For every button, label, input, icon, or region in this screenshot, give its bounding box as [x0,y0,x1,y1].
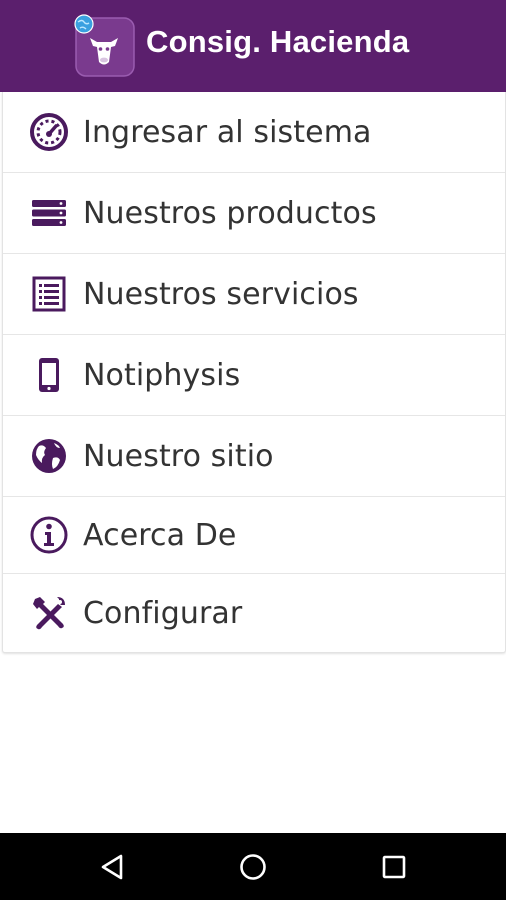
info-icon [29,515,69,555]
recents-icon[interactable] [374,847,414,887]
menu-item-notiphysis[interactable]: Notiphysis [3,335,505,416]
menu-item-productos[interactable]: Nuestros productos [3,173,505,254]
menu-item-sitio[interactable]: Nuestro sitio [3,416,505,497]
main-menu: Ingresar al sistema Nuestros productos N… [2,92,506,653]
menu-item-label: Acerca De [83,517,237,553]
app-bar: Consig. Hacienda [0,0,506,92]
cow-globe-logo-icon [72,14,136,78]
menu-item-label: Nuestros productos [83,195,377,231]
menu-item-label: Nuestro sitio [83,438,274,474]
menu-item-label: Nuestros servicios [83,276,359,312]
tools-icon [29,593,69,633]
menu-item-label: Notiphysis [83,357,241,393]
menu-item-servicios[interactable]: Nuestros servicios [3,254,505,335]
menu-item-configurar[interactable]: Configurar [3,574,505,652]
server-stack-icon [29,193,69,233]
globe-icon [29,436,69,476]
system-navigation-bar [0,833,506,900]
menu-item-label: Ingresar al sistema [83,114,372,150]
app-title: Consig. Hacienda [146,24,410,59]
menu-item-label: Configurar [83,595,243,631]
menu-item-acerca[interactable]: Acerca De [3,497,505,574]
dashboard-gauge-icon [29,112,69,152]
smartphone-icon [29,355,69,395]
menu-item-ingresar[interactable]: Ingresar al sistema [3,92,505,173]
list-document-icon [29,274,69,314]
home-icon[interactable] [233,847,273,887]
back-icon[interactable] [93,847,133,887]
